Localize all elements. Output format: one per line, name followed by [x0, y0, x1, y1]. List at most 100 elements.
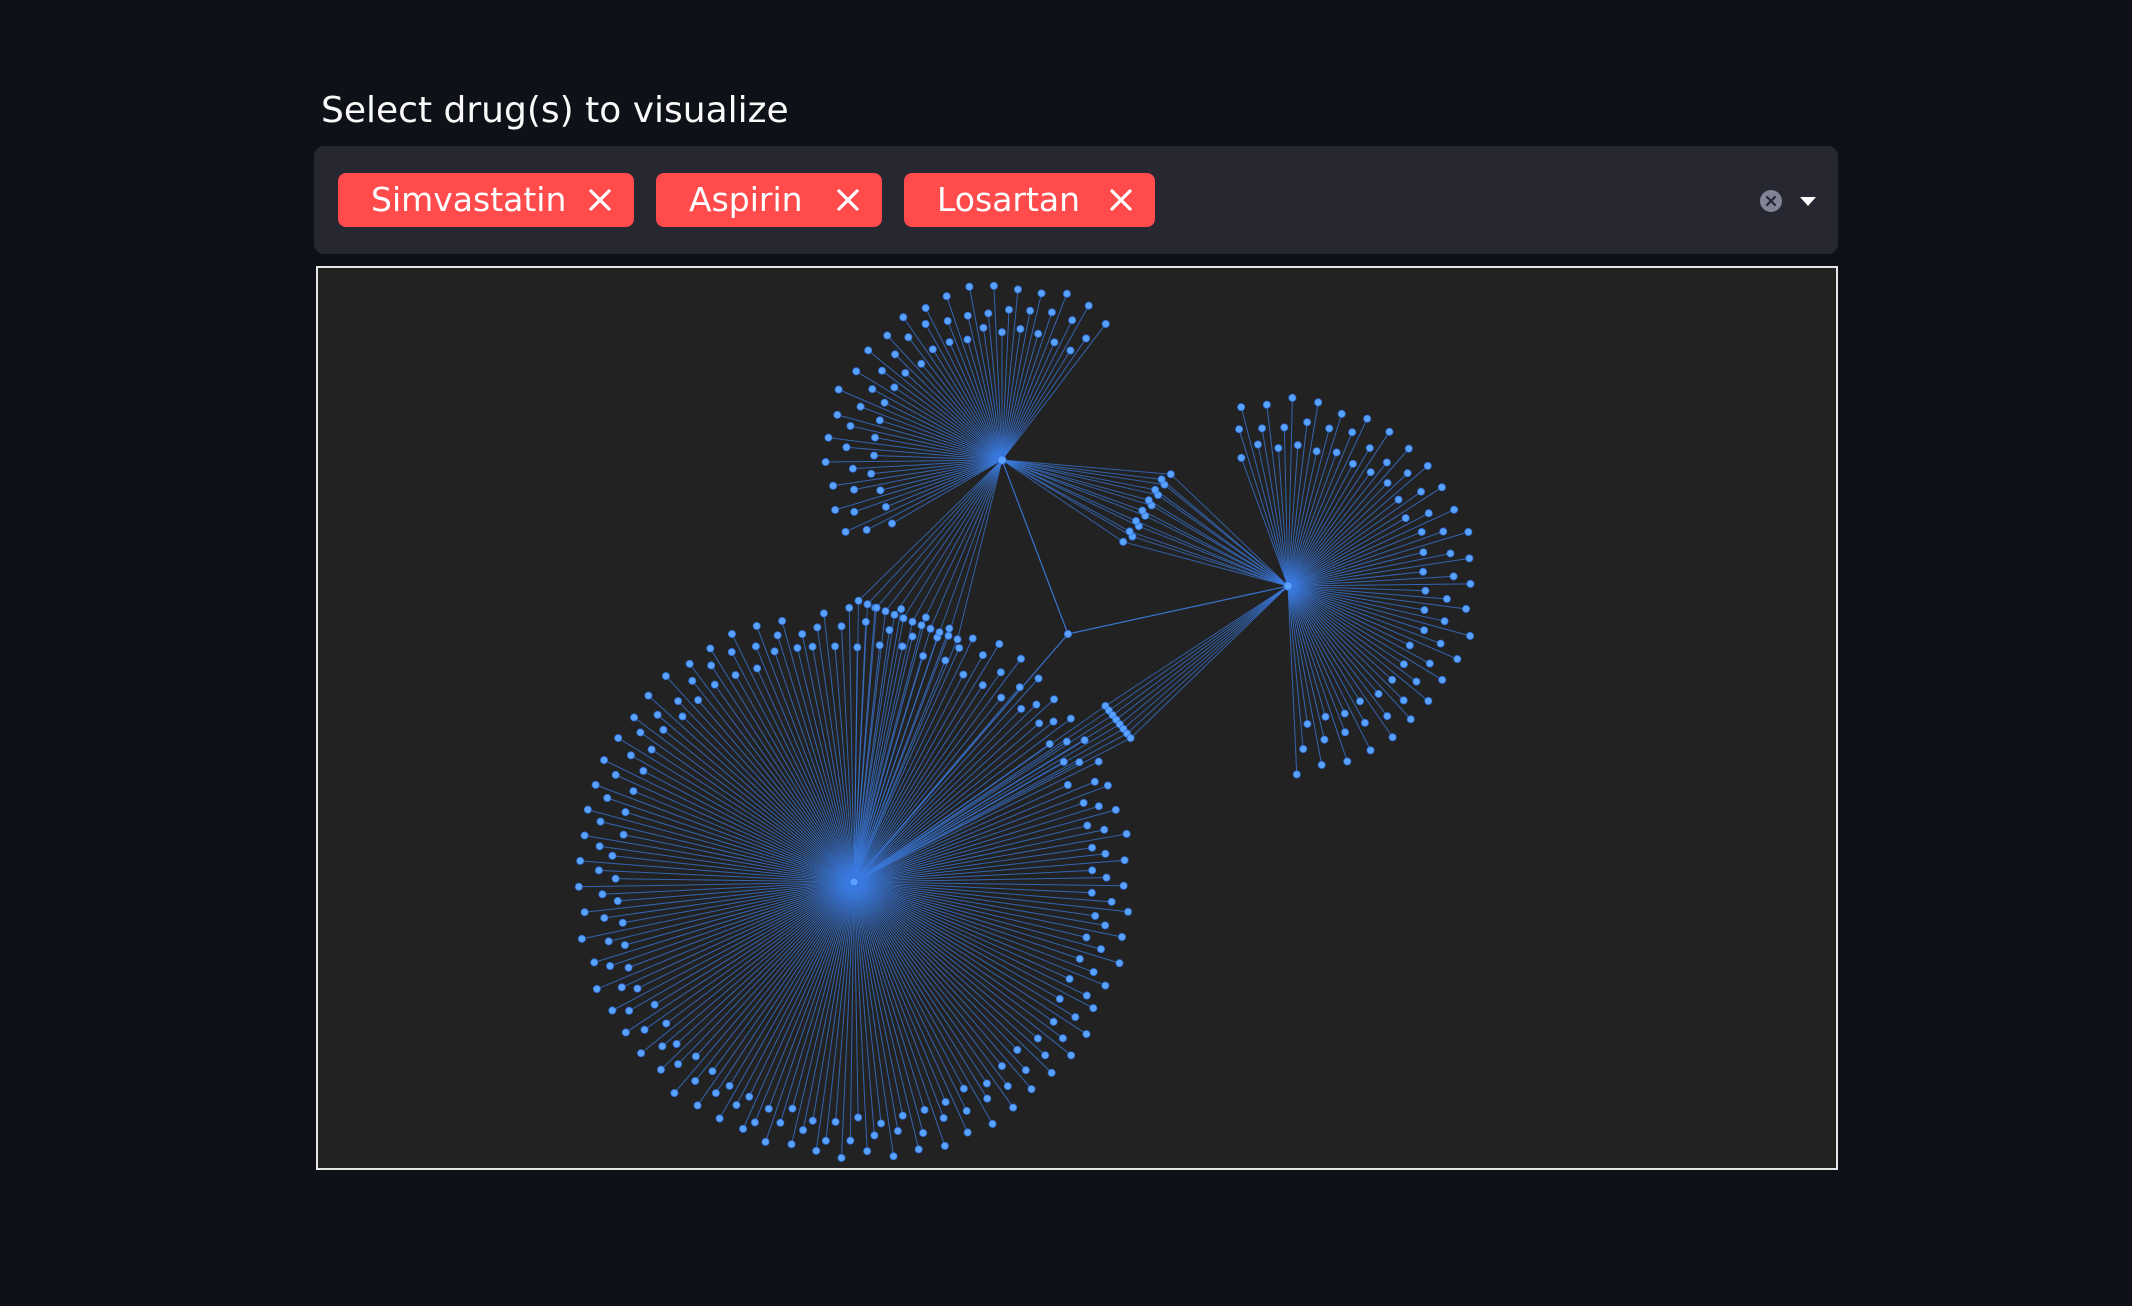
- graph-leaf-node[interactable]: [921, 613, 930, 622]
- graph-leaf-node[interactable]: [1068, 316, 1077, 325]
- graph-leaf-node[interactable]: [670, 1089, 679, 1098]
- graph-leaf-node[interactable]: [997, 693, 1006, 702]
- graph-shared-node[interactable]: [1119, 537, 1128, 546]
- graph-leaf-node[interactable]: [1388, 733, 1397, 742]
- graph-leaf-node[interactable]: [1312, 447, 1321, 456]
- graph-leaf-node[interactable]: [883, 331, 892, 340]
- graph-leaf-node[interactable]: [812, 1146, 821, 1155]
- close-icon[interactable]: [834, 186, 862, 214]
- graph-leaf-node[interactable]: [821, 1136, 830, 1145]
- graph-shared-node[interactable]: [1144, 496, 1153, 505]
- graph-leaf-node[interactable]: [996, 668, 1005, 677]
- graph-leaf-node[interactable]: [962, 1106, 971, 1115]
- graph-leaf-node[interactable]: [678, 712, 687, 721]
- graph-leaf-node[interactable]: [1026, 306, 1035, 315]
- graph-leaf-node[interactable]: [773, 631, 782, 640]
- graph-leaf-node[interactable]: [850, 485, 859, 494]
- graph-shared-node[interactable]: [899, 614, 908, 623]
- graph-leaf-node[interactable]: [1062, 289, 1071, 298]
- graph-leaf-node[interactable]: [1385, 427, 1394, 436]
- graph-leaf-node[interactable]: [921, 304, 930, 313]
- graph-leaf-node[interactable]: [1091, 911, 1100, 920]
- graph-leaf-node[interactable]: [831, 1117, 840, 1126]
- graph-leaf-node[interactable]: [852, 367, 861, 376]
- graph-leaf-node[interactable]: [574, 882, 583, 891]
- graph-leaf-node[interactable]: [626, 751, 635, 760]
- graph-leaf-node[interactable]: [1075, 954, 1084, 963]
- graph-leaf-node[interactable]: [751, 642, 760, 651]
- graph-leaf-node[interactable]: [576, 856, 585, 865]
- graph-leaf-node[interactable]: [650, 1000, 659, 1009]
- graph-leaf-node[interactable]: [1360, 718, 1369, 727]
- graph-leaf-node[interactable]: [984, 309, 993, 318]
- graph-leaf-node[interactable]: [955, 644, 964, 653]
- graph-leaf-node[interactable]: [644, 691, 653, 700]
- graph-leaf-node[interactable]: [611, 770, 620, 779]
- graph-leaf-node[interactable]: [1050, 338, 1059, 347]
- graph-leaf-node[interactable]: [1453, 655, 1462, 664]
- graph-leaf-node[interactable]: [596, 817, 605, 826]
- graph-leaf-node[interactable]: [978, 651, 987, 660]
- graph-leaf-node[interactable]: [595, 842, 604, 851]
- graph-leaf-node[interactable]: [904, 333, 913, 342]
- graph-leaf-node[interactable]: [1363, 414, 1372, 423]
- graph-leaf-node[interactable]: [778, 616, 787, 625]
- caret-down-icon[interactable]: [1797, 190, 1819, 212]
- graph-leaf-node[interactable]: [1124, 907, 1133, 916]
- graph-leaf-node[interactable]: [739, 1124, 748, 1133]
- graph-leaf-node[interactable]: [1314, 398, 1323, 407]
- graph-leaf-node[interactable]: [1274, 444, 1283, 453]
- graph-leaf-node[interactable]: [850, 507, 859, 516]
- graph-leaf-node[interactable]: [708, 1067, 717, 1076]
- graph-leaf-node[interactable]: [1004, 305, 1013, 314]
- graph-leaf-node[interactable]: [608, 851, 617, 860]
- graph-leaf-node[interactable]: [661, 672, 670, 681]
- graph-leaf-node[interactable]: [787, 1140, 796, 1149]
- graph-leaf-node[interactable]: [1033, 1034, 1042, 1043]
- graph-leaf-node[interactable]: [965, 282, 974, 291]
- graph-leaf-node[interactable]: [1087, 888, 1096, 897]
- graph-leaf-node[interactable]: [580, 908, 589, 917]
- graph-leaf-node[interactable]: [968, 634, 977, 643]
- graph-leaf-node[interactable]: [846, 1136, 855, 1145]
- graph-leaf-node[interactable]: [1465, 554, 1474, 563]
- graph-leaf-node[interactable]: [1440, 617, 1449, 626]
- graph-leaf-node[interactable]: [1303, 719, 1312, 728]
- graph-leaf-node[interactable]: [1016, 654, 1025, 663]
- graph-leaf-node[interactable]: [837, 1153, 846, 1162]
- graph-leaf-node[interactable]: [880, 398, 889, 407]
- graph-leaf-node[interactable]: [1404, 444, 1413, 453]
- graph-leaf-node[interactable]: [928, 345, 937, 354]
- graph-leaf-node[interactable]: [821, 458, 830, 467]
- graph-leaf-node[interactable]: [889, 1152, 898, 1161]
- graph-leaf-node[interactable]: [611, 874, 620, 883]
- graph-leaf-node[interactable]: [659, 725, 668, 734]
- close-icon[interactable]: [586, 186, 614, 214]
- graph-leaf-node[interactable]: [1021, 1066, 1030, 1075]
- graph-leaf-node[interactable]: [707, 661, 716, 670]
- graph-leaf-node[interactable]: [1049, 717, 1058, 726]
- graph-leaf-node[interactable]: [808, 1116, 817, 1125]
- graph-leaf-node[interactable]: [1027, 1085, 1036, 1094]
- graph-leaf-node[interactable]: [1288, 393, 1297, 402]
- graph-leaf-node[interactable]: [727, 648, 736, 657]
- graph-shared-node[interactable]: [908, 617, 917, 626]
- graph-leaf-node[interactable]: [725, 1081, 734, 1090]
- graph-leaf-node[interactable]: [1235, 425, 1244, 434]
- graph-shared-node[interactable]: [1126, 734, 1135, 743]
- graph-leaf-node[interactable]: [1383, 712, 1392, 721]
- graph-shared-node[interactable]: [1151, 485, 1160, 494]
- graph-leaf-node[interactable]: [978, 681, 987, 690]
- graph-leaf-node[interactable]: [600, 756, 609, 765]
- graph-leaf-node[interactable]: [799, 1126, 808, 1135]
- graph-leaf-node[interactable]: [1013, 1045, 1022, 1054]
- graph-leaf-node[interactable]: [921, 319, 930, 328]
- graph-leaf-node[interactable]: [1403, 469, 1412, 478]
- graph-leaf-node[interactable]: [941, 1098, 950, 1107]
- graph-leaf-node[interactable]: [624, 963, 633, 972]
- graph-leaf-node[interactable]: [834, 385, 843, 394]
- graph-leaf-node[interactable]: [633, 984, 642, 993]
- graph-leaf-node[interactable]: [1280, 423, 1289, 432]
- graph-leaf-node[interactable]: [1412, 677, 1421, 686]
- graph-leaf-node[interactable]: [1115, 959, 1124, 968]
